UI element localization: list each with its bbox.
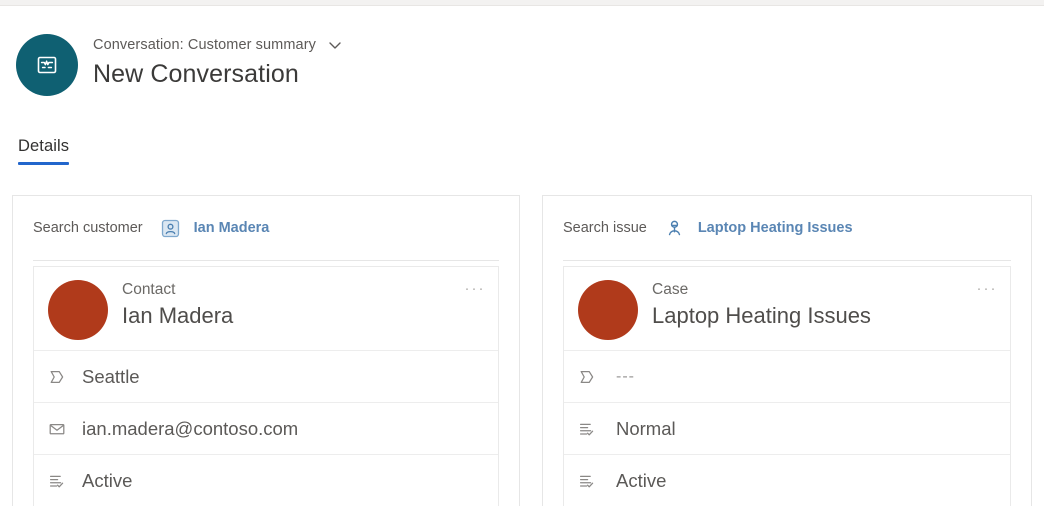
search-issue-label: Search issue xyxy=(563,220,647,236)
field-row: Seattle xyxy=(34,350,498,402)
field-row: Active xyxy=(34,454,498,506)
search-customer-label: Search customer xyxy=(33,220,143,236)
customer-search-row: Search customer Ian Madera xyxy=(13,196,519,260)
header-text-block: Conversation: Customer summary New Conve… xyxy=(93,34,346,89)
field-value: ian.madera@contoso.com xyxy=(82,417,299,439)
case-record-header: Case Laptop Heating Issues ··· xyxy=(564,267,1010,350)
chevron-down-icon[interactable] xyxy=(324,34,346,56)
issue-link[interactable]: Laptop Heating Issues xyxy=(698,220,853,236)
app-root: Conversation: Customer summary New Conve… xyxy=(0,0,1044,506)
tab-details[interactable]: Details xyxy=(18,137,70,165)
location-icon xyxy=(46,366,68,388)
header-eyebrow-row: Conversation: Customer summary xyxy=(93,34,346,56)
record-type-label: Contact xyxy=(122,281,176,298)
page-header: Conversation: Customer summary New Conve… xyxy=(0,6,1044,116)
issue-search-row: Search issue Laptop Heating Issues xyxy=(543,196,1031,260)
field-value: Normal xyxy=(616,417,676,439)
status-icon xyxy=(46,470,68,492)
field-value: --- xyxy=(616,367,635,385)
field-row: Active xyxy=(564,454,1010,506)
avatar xyxy=(48,280,108,340)
field-value: Active xyxy=(616,469,667,491)
record-type-label: Case xyxy=(652,281,689,298)
contact-record-titles: Contact Ian Madera xyxy=(122,278,233,331)
field-value: Seattle xyxy=(82,365,140,387)
email-icon xyxy=(46,418,68,440)
avatar xyxy=(578,280,638,340)
more-options-button[interactable]: ··· xyxy=(973,278,1001,298)
field-row: --- xyxy=(564,350,1010,402)
status-icon xyxy=(576,470,598,492)
more-options-button[interactable]: ··· xyxy=(461,278,489,298)
record-name: Ian Madera xyxy=(122,303,234,329)
tab-bar: Details xyxy=(18,137,70,165)
customer-card: Search customer Ian Madera Contact Ian M… xyxy=(12,195,520,506)
case-record: Case Laptop Heating Issues ··· --- Norma… xyxy=(563,266,1011,506)
status-icon xyxy=(576,418,598,440)
issue-card: Search issue Laptop Heating Issues Case … xyxy=(542,195,1032,506)
case-person-icon[interactable] xyxy=(665,218,685,238)
case-record-titles: Case Laptop Heating Issues xyxy=(652,278,871,331)
card-divider xyxy=(563,260,1011,261)
conversation-icon xyxy=(16,34,78,96)
contact-record-header: Contact Ian Madera ··· xyxy=(34,267,498,350)
field-value: Active xyxy=(82,469,133,491)
customer-link[interactable]: Ian Madera xyxy=(194,220,270,236)
contact-card-icon[interactable] xyxy=(161,218,181,238)
page-title: New Conversation xyxy=(93,60,299,88)
card-divider xyxy=(33,260,499,261)
record-name: Laptop Heating Issues xyxy=(652,303,871,329)
field-row: Normal xyxy=(564,402,1010,454)
field-row: ian.madera@contoso.com xyxy=(34,402,498,454)
conversation-subtitle: Conversation: Customer summary xyxy=(93,37,316,53)
contact-record: Contact Ian Madera ··· Seattle ian.mader… xyxy=(33,266,499,506)
location-icon xyxy=(576,366,598,388)
